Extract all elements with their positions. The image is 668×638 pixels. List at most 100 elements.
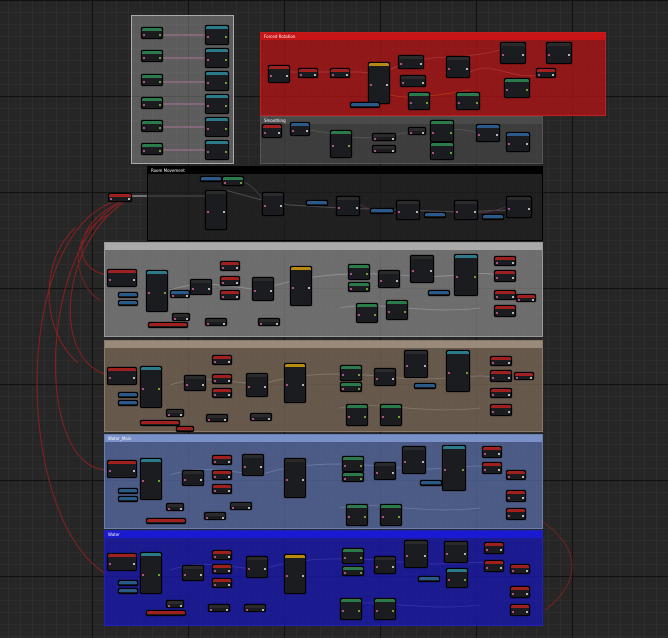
- input-pin[interactable]: [382, 416, 384, 418]
- input-pin[interactable]: [109, 279, 111, 281]
- input-pin[interactable]: [142, 388, 144, 390]
- input-pin[interactable]: [142, 480, 144, 482]
- output-pin[interactable]: [392, 378, 394, 380]
- output-pin[interactable]: [386, 84, 388, 86]
- input-pin[interactable]: [388, 311, 390, 313]
- input-pin[interactable]: [214, 556, 216, 558]
- output-pin[interactable]: [225, 105, 227, 107]
- input-pin[interactable]: [350, 273, 352, 275]
- blueprint-node[interactable]: [476, 124, 500, 142]
- output-pin[interactable]: [430, 270, 432, 272]
- blueprint-node[interactable]: [404, 540, 428, 568]
- input-pin[interactable]: [506, 89, 508, 91]
- input-pin[interactable]: [207, 151, 209, 153]
- blueprint-node[interactable]: [205, 140, 229, 160]
- blueprint-node[interactable]: [380, 404, 402, 426]
- input-pin[interactable]: [456, 211, 458, 213]
- blueprint-node[interactable]: [348, 282, 370, 292]
- blueprint-node[interactable]: [346, 404, 368, 426]
- output-pin[interactable]: [462, 469, 464, 471]
- output-pin[interactable]: [508, 377, 510, 379]
- output-pin[interactable]: [398, 516, 400, 518]
- output-pin[interactable]: [374, 314, 376, 316]
- blueprint-node[interactable]: [250, 413, 272, 421]
- input-pin[interactable]: [338, 207, 340, 209]
- output-pin[interactable]: [422, 132, 424, 134]
- input-pin[interactable]: [248, 568, 250, 570]
- blueprint-node[interactable]: [200, 176, 222, 182]
- output-pin[interactable]: [302, 575, 304, 577]
- output-pin[interactable]: [264, 568, 266, 570]
- blueprint-node[interactable]: [402, 446, 426, 474]
- comment-title[interactable]: Water: [105, 531, 542, 538]
- blueprint-node[interactable]: [494, 305, 516, 317]
- output-pin[interactable]: [228, 556, 230, 558]
- output-pin[interactable]: [528, 208, 530, 210]
- input-pin[interactable]: [222, 296, 224, 298]
- input-pin[interactable]: [376, 610, 378, 612]
- blueprint-node[interactable]: [118, 392, 138, 398]
- output-pin[interactable]: [404, 311, 406, 313]
- blueprint-node[interactable]: [107, 553, 137, 571]
- output-pin[interactable]: [466, 372, 468, 374]
- output-pin[interactable]: [302, 384, 304, 386]
- blueprint-node[interactable]: [430, 142, 454, 160]
- input-pin[interactable]: [207, 105, 209, 107]
- output-pin[interactable]: [228, 361, 230, 363]
- output-pin[interactable]: [223, 323, 225, 325]
- blueprint-node[interactable]: [408, 92, 430, 110]
- blueprint-node[interactable]: [404, 350, 428, 378]
- input-pin[interactable]: [508, 143, 510, 145]
- blueprint-node[interactable]: [506, 132, 530, 152]
- output-pin[interactable]: [280, 205, 282, 207]
- blueprint-node[interactable]: [141, 50, 163, 62]
- input-pin[interactable]: [342, 388, 344, 390]
- input-pin[interactable]: [292, 130, 294, 132]
- blueprint-node[interactable]: [140, 458, 162, 500]
- blueprint-node[interactable]: [370, 208, 394, 214]
- input-pin[interactable]: [348, 516, 350, 518]
- output-pin[interactable]: [278, 132, 280, 134]
- input-pin[interactable]: [207, 128, 209, 130]
- input-pin[interactable]: [486, 549, 488, 551]
- input-pin[interactable]: [492, 362, 494, 364]
- input-pin[interactable]: [207, 323, 209, 325]
- blueprint-node[interactable]: [205, 25, 229, 45]
- input-pin[interactable]: [286, 479, 288, 481]
- blueprint-node[interactable]: [494, 270, 516, 282]
- input-pin[interactable]: [406, 365, 408, 367]
- blueprint-node[interactable]: [506, 508, 526, 520]
- input-pin[interactable]: [246, 609, 248, 611]
- output-pin[interactable]: [202, 384, 204, 386]
- blueprint-node[interactable]: [222, 176, 244, 186]
- blueprint-node[interactable]: [340, 382, 362, 392]
- blueprint-node[interactable]: [342, 548, 364, 564]
- output-pin[interactable]: [360, 465, 362, 467]
- output-pin[interactable]: [236, 282, 238, 284]
- input-pin[interactable]: [172, 295, 174, 297]
- output-pin[interactable]: [450, 132, 452, 134]
- comment-title[interactable]: [105, 243, 542, 250]
- input-pin[interactable]: [508, 208, 510, 210]
- blueprint-node[interactable]: [141, 27, 163, 39]
- output-pin[interactable]: [392, 472, 394, 474]
- input-pin[interactable]: [502, 54, 504, 56]
- blueprint-node[interactable]: [220, 276, 240, 286]
- blueprint-node[interactable]: [374, 462, 396, 480]
- input-pin[interactable]: [508, 515, 510, 517]
- input-pin[interactable]: [143, 34, 145, 36]
- input-pin[interactable]: [350, 288, 352, 290]
- blueprint-node[interactable]: [444, 541, 468, 563]
- blueprint-node[interactable]: [410, 255, 434, 283]
- blueprint-node[interactable]: [190, 279, 212, 295]
- blueprint-node[interactable]: [430, 120, 454, 142]
- blueprint-node[interactable]: [336, 196, 360, 216]
- input-pin[interactable]: [402, 82, 404, 84]
- input-pin[interactable]: [142, 574, 144, 576]
- input-pin[interactable]: [264, 132, 266, 134]
- input-pin[interactable]: [168, 414, 170, 416]
- output-pin[interactable]: [159, 104, 161, 106]
- output-pin[interactable]: [159, 34, 161, 36]
- blueprint-node[interactable]: [141, 97, 163, 109]
- output-pin[interactable]: [186, 295, 188, 297]
